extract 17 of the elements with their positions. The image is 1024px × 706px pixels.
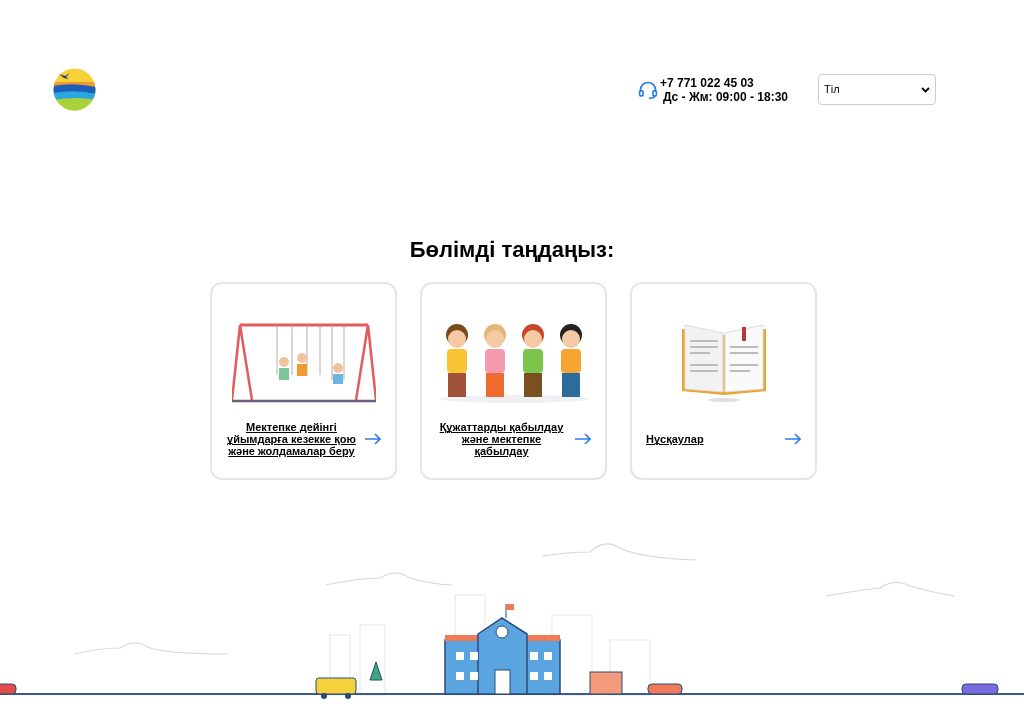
phone-number: +7 771 022 45 03 [660,75,755,90]
arrow-right-icon [365,433,381,445]
section-card[interactable]: Нұсқаулар [630,282,817,480]
arrow-right-icon [785,433,801,445]
language-select[interactable]: Тіл [818,74,936,105]
card-title: Мектепке дейінгі ұйымдарға кезекке қою және жолдамалар беру [226,421,357,457]
card-title: Нұсқаулар [646,433,705,445]
chevron-down-icon [921,86,930,93]
logo-icon [53,68,96,111]
section-card[interactable]: Құжаттарды қабылдау және мектепке қабылдау [420,282,607,480]
headset-icon [638,79,658,100]
card-title: Құжаттарды қабылдау және мектепке қабылдау [438,421,565,457]
working-hours: Дс - Жм: 09:00 - 18:30 [662,89,788,104]
section-card[interactable]: Мектепке дейінгі ұйымдарға кезекке қою және жолдамалар беру [210,282,397,480]
select-value: Тіл [824,82,840,98]
page-title: Бөлімді таңдаңыз: [408,236,616,264]
arrow-right-icon [575,433,591,445]
